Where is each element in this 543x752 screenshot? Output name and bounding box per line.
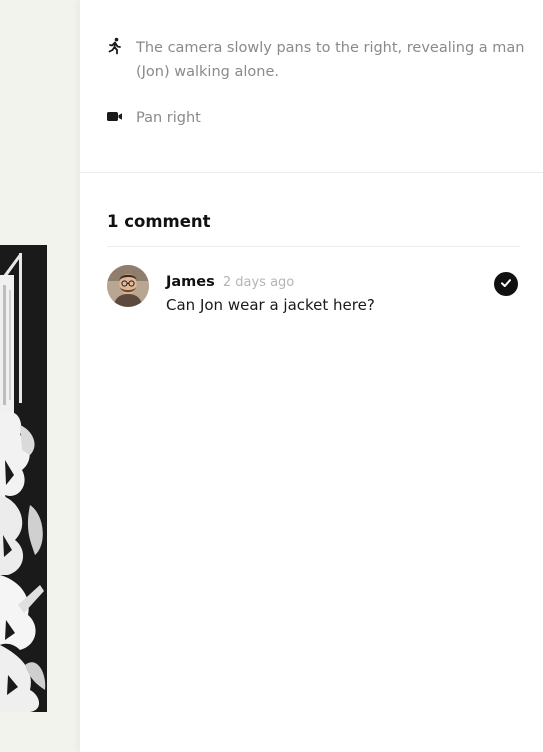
action-description-text: The camera slowly pans to the right, rev…	[136, 40, 525, 80]
comment-text: Can Jon wear a jacket here?	[166, 296, 375, 314]
walking-person-icon	[106, 37, 124, 55]
storyboard-frame-image[interactable]	[0, 245, 47, 712]
video-camera-icon	[106, 107, 124, 125]
checkmark-icon	[499, 275, 513, 294]
shot-details-panel: The camera slowly pans to the right, rev…	[79, 0, 543, 752]
shot-info-section: The camera slowly pans to the right, rev…	[80, 0, 543, 173]
comments-divider	[107, 246, 520, 247]
comment-timestamp: 2 days ago	[222, 275, 295, 290]
action-description-row: The camera slowly pans to the right, rev…	[106, 36, 531, 84]
comments-count-heading: 1 comment	[107, 212, 211, 231]
avatar[interactable]	[107, 265, 149, 307]
storyboard-canvas	[0, 0, 80, 752]
comment-author[interactable]: James	[166, 274, 215, 290]
camera-movement-text: Pan right	[136, 110, 201, 126]
resolve-comment-button[interactable]	[494, 272, 518, 296]
comment-header: James 2 days ago	[166, 271, 294, 290]
camera-movement-row: Pan right	[106, 106, 531, 130]
